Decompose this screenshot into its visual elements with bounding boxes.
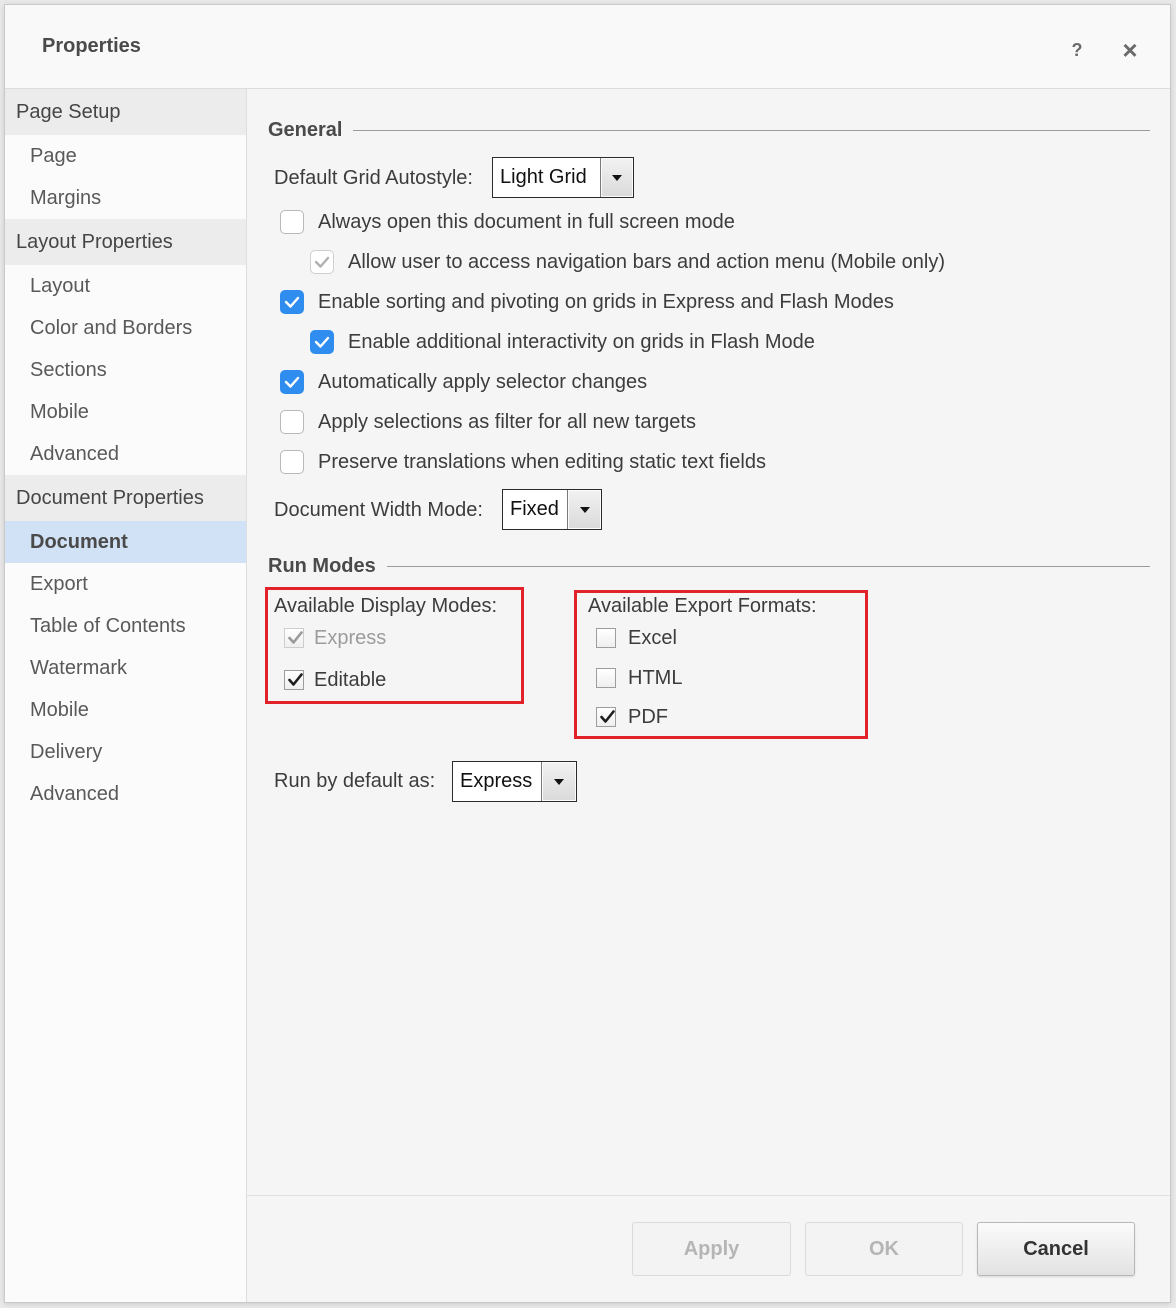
auto-apply-selector-checkbox[interactable] <box>280 370 304 394</box>
option-label: Automatically apply selector changes <box>318 370 648 393</box>
mobile-nav-access-checkbox[interactable] <box>310 250 334 274</box>
sidebar-item-table-of-contents[interactable]: Table of Contents <box>5 605 246 647</box>
sidebar-item-margins[interactable]: Margins <box>5 177 246 219</box>
option-label: PDF <box>628 705 668 728</box>
section-divider <box>386 565 1150 567</box>
export-html-option[interactable]: HTML <box>596 663 682 693</box>
display-modes-highlight-box: Available Display Modes: Express Editabl… <box>265 587 524 704</box>
sidebar-item-delivery[interactable]: Delivery <box>5 731 246 773</box>
auto-apply-selector-option[interactable]: Automatically apply selector changes <box>280 362 1140 402</box>
chevron-down-icon <box>579 506 590 513</box>
display-modes-label: Available Display Modes: <box>274 595 498 617</box>
grid-autostyle-label: Default Grid Autostyle: <box>274 167 473 189</box>
sidebar-item-page[interactable]: Page <box>5 135 246 177</box>
export-formats-label: Available Export Formats: <box>588 595 817 617</box>
sidebar-item-document-advanced[interactable]: Advanced <box>5 773 246 815</box>
sidebar-section-document-properties: Document Properties <box>5 475 246 521</box>
sidebar-item-layout-advanced[interactable]: Advanced <box>5 433 246 475</box>
general-heading: General <box>268 118 1150 142</box>
dialog-title: Properties <box>42 35 141 57</box>
editable-checkbox[interactable] <box>284 670 304 690</box>
flash-interactivity-checkbox[interactable] <box>310 330 334 354</box>
express-checkbox[interactable] <box>284 628 304 648</box>
section-divider <box>353 129 1150 131</box>
width-mode-select[interactable]: Fixed <box>502 489 602 530</box>
checkmark-icon <box>288 673 303 686</box>
main-panel: General Default Grid Autostyle: Light Gr… <box>247 89 1170 1302</box>
option-label: Enable sorting and pivoting on grids in … <box>318 290 894 313</box>
option-label: Always open this document in full screen… <box>318 210 735 233</box>
sidebar-nav: Page Setup Page Margins Layout Propertie… <box>5 89 247 1302</box>
sidebar-item-color-and-borders[interactable]: Color and Borders <box>5 307 246 349</box>
grid-sorting-pivoting-option[interactable]: Enable sorting and pivoting on grids in … <box>280 282 1140 322</box>
option-label: Editable <box>314 668 387 691</box>
width-mode-value: Fixed <box>510 498 559 520</box>
chevron-down-icon <box>554 778 564 785</box>
general-options: Always open this document in full screen… <box>280 202 1140 482</box>
sidebar-section-page-setup: Page Setup <box>5 89 246 135</box>
sidebar-item-layout[interactable]: Layout <box>5 265 246 307</box>
full-screen-mode-option[interactable]: Always open this document in full screen… <box>280 202 1140 242</box>
dropdown-button[interactable] <box>541 762 576 801</box>
option-label: Express <box>314 626 387 649</box>
preserve-translations-option[interactable]: Preserve translations when editing stati… <box>280 442 1140 482</box>
grid-autostyle-value: Light Grid <box>500 166 587 188</box>
display-mode-editable-option[interactable]: Editable <box>284 665 386 695</box>
sidebar-item-document[interactable]: Document <box>5 521 246 563</box>
sidebar-item-export[interactable]: Export <box>5 563 246 605</box>
html-checkbox[interactable] <box>596 668 616 688</box>
flash-interactivity-option[interactable]: Enable additional interactivity on grids… <box>280 322 1140 362</box>
option-label: Excel <box>628 626 677 649</box>
preserve-translations-checkbox[interactable] <box>280 450 304 474</box>
option-label: Apply selections as filter for all new t… <box>318 410 696 433</box>
checkmark-icon <box>600 710 615 723</box>
apply-button[interactable]: Apply <box>632 1222 791 1276</box>
display-mode-express-option[interactable]: Express <box>284 623 386 653</box>
sidebar-item-watermark[interactable]: Watermark <box>5 647 246 689</box>
checkmark-icon <box>284 376 300 388</box>
dropdown-button[interactable] <box>567 490 601 529</box>
run-default-value: Express <box>460 770 533 792</box>
export-formats-highlight-box: Available Export Formats: Excel HTML PDF <box>574 590 868 739</box>
checkmark-icon <box>284 296 300 308</box>
option-label: HTML <box>628 666 683 689</box>
chevron-down-icon <box>612 174 622 181</box>
mobile-nav-access-option[interactable]: Allow user to access navigation bars and… <box>280 242 1140 282</box>
dropdown-button[interactable] <box>600 158 633 197</box>
sidebar-item-sections[interactable]: Sections <box>5 349 246 391</box>
run-default-select[interactable]: Express <box>452 761 577 802</box>
ok-button[interactable]: OK <box>805 1222 963 1276</box>
option-label: Allow user to access navigation bars and… <box>348 250 945 273</box>
close-icon[interactable]: × <box>1118 37 1142 63</box>
option-label: Enable additional interactivity on grids… <box>348 330 815 353</box>
checkmark-icon <box>314 336 330 348</box>
pdf-checkbox[interactable] <box>596 707 616 727</box>
properties-dialog: Properties ? × Page Setup Page Margins L… <box>5 5 1170 1302</box>
grid-sorting-pivoting-checkbox[interactable] <box>280 290 304 314</box>
cancel-button[interactable]: Cancel <box>977 1222 1135 1276</box>
run-default-label: Run by default as: <box>274 770 436 792</box>
section-title-general: General <box>268 119 343 141</box>
export-excel-option[interactable]: Excel <box>596 623 677 653</box>
checkmark-icon <box>288 631 303 644</box>
selections-as-filter-checkbox[interactable] <box>280 410 304 434</box>
excel-checkbox[interactable] <box>596 628 616 648</box>
checkmark-icon <box>314 256 330 268</box>
sidebar-item-layout-mobile[interactable]: Mobile <box>5 391 246 433</box>
help-icon[interactable]: ? <box>1065 38 1089 62</box>
selections-as-filter-option[interactable]: Apply selections as filter for all new t… <box>280 402 1140 442</box>
option-label: Preserve translations when editing stati… <box>318 450 766 473</box>
section-title-run-modes: Run Modes <box>268 555 376 577</box>
width-mode-label: Document Width Mode: <box>274 499 483 521</box>
run-modes-heading: Run Modes <box>268 554 1150 578</box>
dialog-titlebar: Properties ? × <box>5 5 1170 89</box>
grid-autostyle-select[interactable]: Light Grid <box>492 157 634 198</box>
export-pdf-option[interactable]: PDF <box>596 702 668 732</box>
full-screen-mode-checkbox[interactable] <box>280 210 304 234</box>
sidebar-item-document-mobile[interactable]: Mobile <box>5 689 246 731</box>
footer-divider <box>247 1195 1170 1196</box>
sidebar-section-layout-properties: Layout Properties <box>5 219 246 265</box>
